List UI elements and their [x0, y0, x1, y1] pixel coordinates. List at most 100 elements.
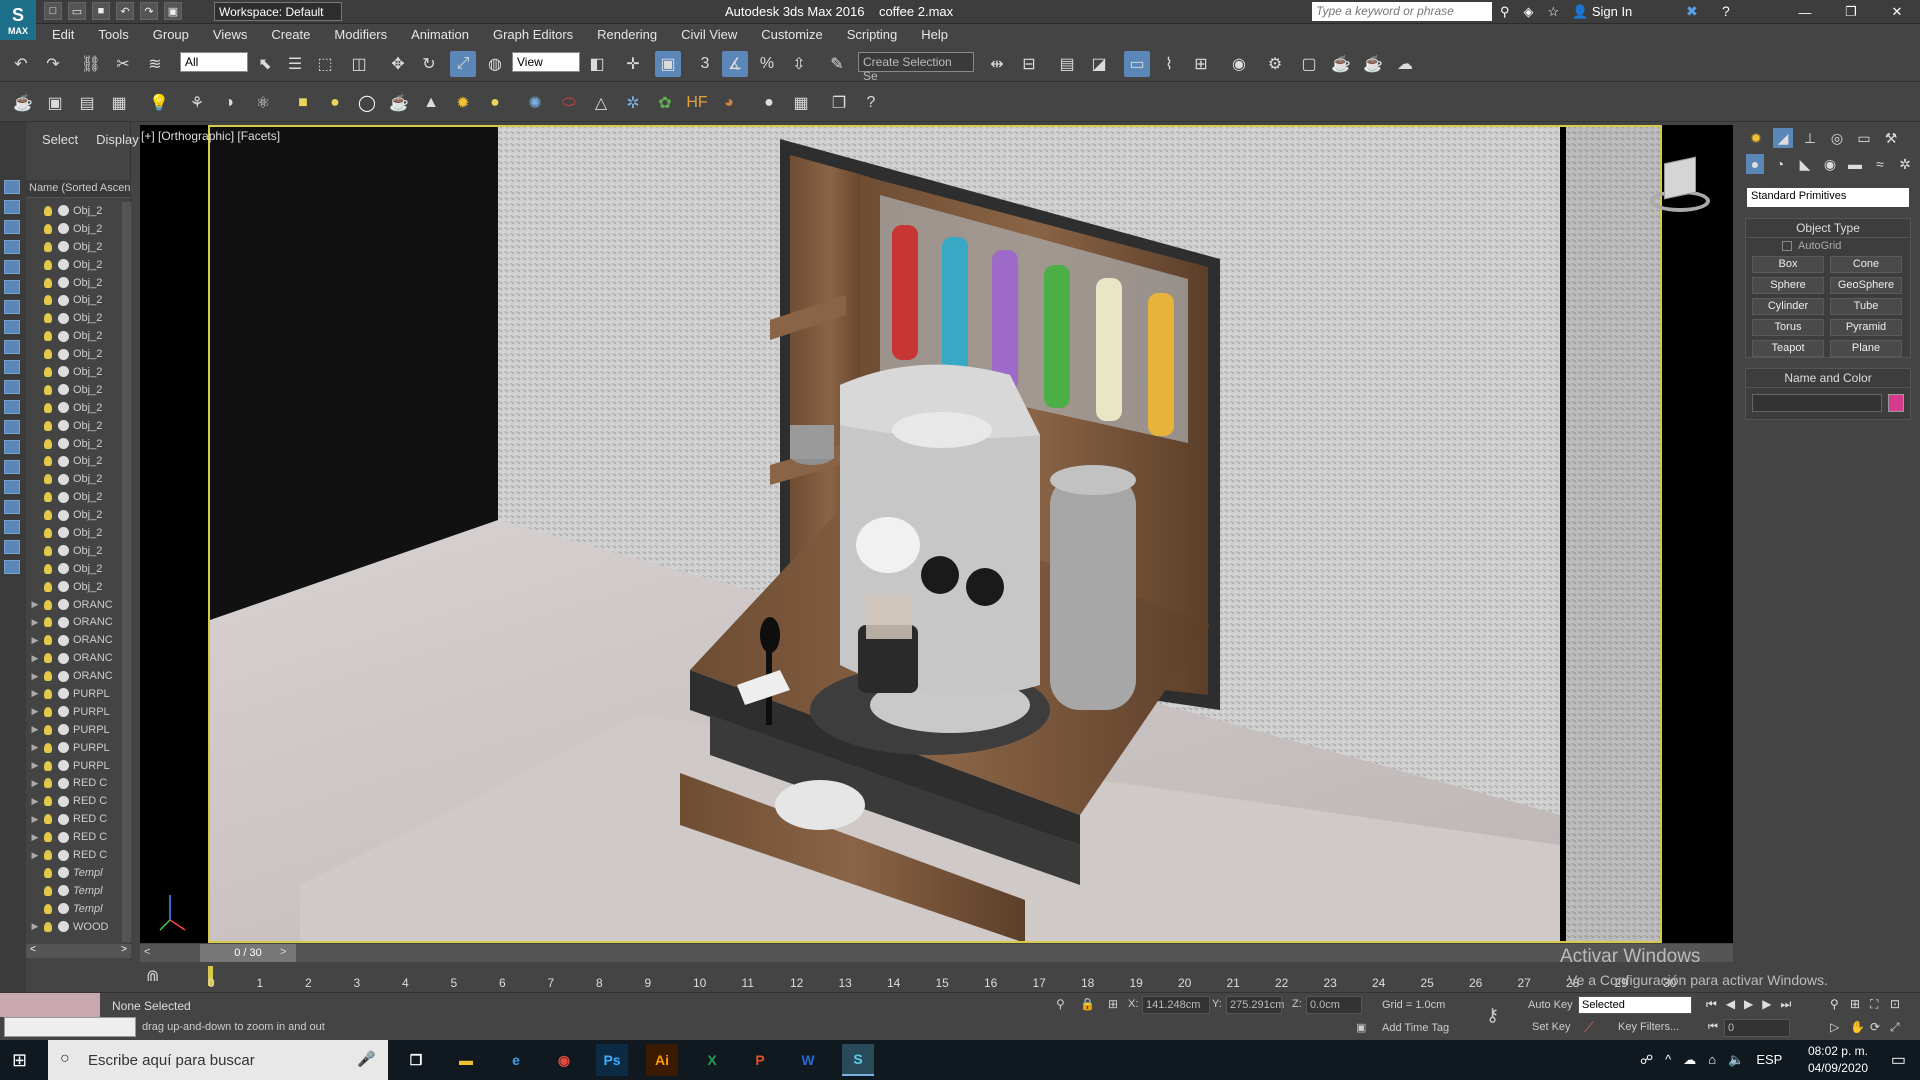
scene-object-row[interactable]: Obj_2	[26, 578, 121, 596]
scene-object-row[interactable]: Obj_2	[26, 309, 121, 327]
light-bulb-icon[interactable]	[44, 527, 52, 538]
visibility-icon[interactable]	[58, 813, 69, 825]
x-coordinate-field[interactable]: 141.248cm	[1142, 996, 1210, 1014]
space-warps-icon[interactable]: ≈	[1871, 154, 1889, 174]
task-view-icon[interactable]: ❐	[400, 1044, 432, 1076]
autogrid-checkbox[interactable]	[1782, 241, 1792, 251]
scene-object-row[interactable]: ▶ PURPL	[26, 757, 121, 775]
light-bulb-icon[interactable]	[44, 814, 52, 825]
render-in-cloud-icon[interactable]: ☁	[1392, 51, 1418, 77]
visibility-icon[interactable]	[58, 294, 69, 306]
scene-object-row[interactable]: Obj_2	[26, 220, 121, 238]
visibility-icon[interactable]	[58, 849, 69, 861]
microphone-icon[interactable]: 🎤	[357, 1050, 376, 1068]
invert-display-icon[interactable]	[4, 220, 20, 234]
key-filters-button[interactable]: Key Filters...	[1618, 1021, 1679, 1033]
next-frame-icon[interactable]: ▶	[1762, 997, 1771, 1012]
layers-icon[interactable]: ▤	[74, 90, 100, 116]
select-by-name-icon[interactable]: ☰	[282, 51, 308, 77]
word-icon[interactable]: W	[792, 1044, 824, 1076]
set-key-icon[interactable]: ⚷	[1486, 1005, 1499, 1026]
visibility-icon[interactable]	[58, 366, 69, 378]
grid-icon[interactable]: ▦	[106, 90, 132, 116]
visibility-icon[interactable]	[58, 402, 69, 414]
light-bulb-icon[interactable]	[44, 778, 52, 789]
schematic-view-icon[interactable]: ⊞	[1188, 51, 1214, 77]
scene-object-row[interactable]: Templ	[26, 864, 121, 882]
render-setup-icon[interactable]: ⚙	[1262, 51, 1288, 77]
time-tag-icon[interactable]: ▣	[1356, 1021, 1366, 1034]
project-folder-icon[interactable]: ▣	[164, 2, 182, 20]
auto-key-button[interactable]: Auto Key	[1528, 999, 1573, 1011]
light-bulb-icon[interactable]	[44, 635, 52, 646]
scene-object-row[interactable]: Obj_2	[26, 274, 121, 292]
zoom-extents-all-icon[interactable]: ⊡	[1890, 997, 1910, 1012]
go-to-end-icon[interactable]: ⏭	[1781, 997, 1792, 1012]
light-bulb-icon[interactable]	[44, 581, 52, 592]
scene-object-row[interactable]: Obj_2	[26, 381, 121, 399]
display-helpers-icon[interactable]	[4, 320, 20, 334]
torus-button[interactable]: Torus	[1752, 319, 1824, 336]
binoculars-icon[interactable]: ⚲	[1500, 4, 1510, 20]
pyramid-icon[interactable]: △	[588, 90, 614, 116]
visibility-icon[interactable]	[58, 634, 69, 646]
sync-selection-icon[interactable]	[4, 560, 20, 574]
move-icon[interactable]: ✥	[385, 51, 411, 77]
scene-object-row[interactable]: Obj_2	[26, 488, 121, 506]
angle-snap-icon[interactable]: ∡	[722, 51, 748, 77]
lock-selection-icon[interactable]: 🔒	[1080, 997, 1095, 1011]
maximize-viewport-icon[interactable]: ⤢	[1890, 1020, 1910, 1035]
scene-object-row[interactable]: Obj_2	[26, 345, 121, 363]
windows-start-icon[interactable]: ⊞	[12, 1050, 27, 1071]
pyramid-button[interactable]: Pyramid	[1830, 319, 1902, 336]
cylinder-button[interactable]: Cylinder	[1752, 298, 1824, 315]
curve-editor-icon[interactable]: ⌇	[1156, 51, 1182, 77]
filter-icon[interactable]	[4, 520, 20, 534]
help-search-input[interactable]: Type a keyword or phrase	[1312, 2, 1492, 21]
add-time-tag-button[interactable]: Add Time Tag	[1382, 1022, 1449, 1034]
visibility-icon[interactable]	[58, 223, 69, 235]
scene-object-row[interactable]: ▶ ORANC	[26, 649, 121, 667]
visibility-icon[interactable]	[58, 205, 69, 217]
menu-edit[interactable]: Edit	[40, 24, 86, 46]
scene-object-row[interactable]: Obj_2	[26, 202, 121, 220]
visibility-icon[interactable]	[58, 527, 69, 539]
material-sphere-icon[interactable]: ●	[756, 90, 782, 116]
reference-coordinate-dropdown[interactable]: View	[512, 52, 580, 72]
sphere-button[interactable]: Sphere	[1752, 277, 1824, 294]
zoom-icon[interactable]: ⚲	[1830, 997, 1850, 1012]
toggle-ribbon-icon[interactable]: ▭	[1124, 51, 1150, 77]
key-mode-toggle-icon[interactable]: ⏮	[1708, 1021, 1718, 1034]
tray-expand-icon[interactable]: ^	[1665, 1052, 1671, 1068]
open-file-icon[interactable]: ▭	[68, 2, 86, 20]
light-bulb-icon[interactable]	[44, 885, 52, 896]
help-circle-icon[interactable]: ?	[858, 90, 884, 116]
track-bar[interactable]: ⋒ 0 1 2 3 4 5 6 7 8 9 10 11 12 13 14 15 16 17 18 19 20 21 22 23…	[140, 962, 1740, 992]
sphere-icon[interactable]: ●	[322, 90, 348, 116]
light-bulb-icon[interactable]	[44, 456, 52, 467]
visibility-icon[interactable]	[58, 599, 69, 611]
utilities-tab-icon[interactable]: ⚒	[1881, 128, 1901, 148]
expand-icon[interactable]: ▶	[26, 688, 44, 699]
light-bulb-icon[interactable]	[44, 724, 52, 735]
scene-object-row[interactable]: Obj_2	[26, 524, 121, 542]
visibility-icon[interactable]	[58, 885, 69, 897]
workspace-dropdown[interactable]: Workspace: Default	[214, 2, 342, 21]
object-name-field[interactable]	[1752, 394, 1883, 412]
orbit-icon[interactable]: ⟳	[1870, 1020, 1890, 1035]
expand-icon[interactable]: ▶	[26, 850, 44, 861]
visibility-icon[interactable]	[58, 330, 69, 342]
help-icon[interactable]: ?	[1722, 3, 1730, 19]
light-bulb-icon[interactable]	[44, 438, 52, 449]
render-iterative-icon[interactable]: ☕	[1360, 51, 1386, 77]
scene-object-row[interactable]: ▶ ORANC	[26, 596, 121, 614]
powerpoint-icon[interactable]: P	[744, 1044, 776, 1076]
edit-named-selection-icon[interactable]: ✎	[824, 51, 850, 77]
light-bulb-icon[interactable]	[44, 742, 52, 753]
percent-snap-icon[interactable]: %	[754, 51, 780, 77]
scene-object-row[interactable]: Obj_2	[26, 363, 121, 381]
visibility-icon[interactable]	[58, 670, 69, 682]
display-containers-icon[interactable]	[4, 420, 20, 434]
light-bulb-icon[interactable]	[44, 921, 52, 932]
light-bulb-icon[interactable]	[44, 223, 52, 234]
